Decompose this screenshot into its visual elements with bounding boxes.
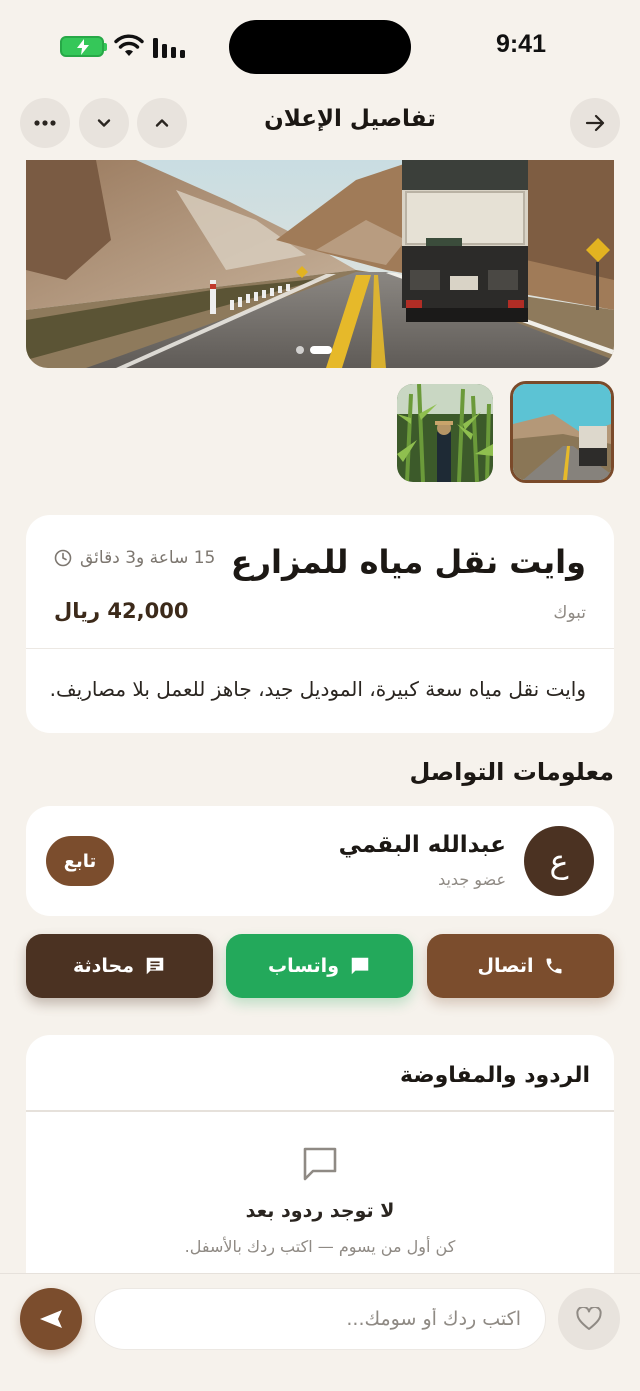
carousel-dot-active[interactable] — [310, 346, 332, 354]
empty-replies-subtitle: كن أول من يسوم — اكتب ردك بالأسفل. — [184, 1237, 456, 1256]
clock-icon — [54, 549, 72, 567]
call-label: اتصال — [477, 955, 534, 977]
heart-icon — [576, 1307, 602, 1330]
listing-city: تبوك — [553, 603, 586, 623]
carousel-dot[interactable] — [296, 346, 304, 354]
previous-listing-button[interactable] — [137, 98, 187, 148]
send-arrow-icon — [40, 1310, 62, 1328]
more-dots-icon — [34, 120, 56, 126]
thumbnail-cornfield[interactable] — [397, 384, 493, 482]
listing-description: وايت نقل مياه سعة كبيرة، الموديل جيد، جا… — [49, 677, 586, 701]
chat-label: محادثة — [73, 955, 134, 977]
status-time: 9:41 — [495, 30, 546, 58]
call-button[interactable]: اتصال — [427, 934, 614, 998]
chat-icon — [146, 957, 164, 975]
send-button[interactable] — [20, 1288, 82, 1350]
phone-icon — [546, 958, 561, 974]
divider — [26, 648, 614, 649]
favorite-button[interactable] — [558, 1288, 620, 1350]
divider — [26, 1110, 614, 1112]
chevron-down-icon — [97, 119, 111, 127]
top-bar: تفاصيل الإعلان — [0, 98, 640, 152]
road-truck-image — [26, 160, 614, 368]
follow-button[interactable]: تابع — [46, 836, 114, 886]
wifi-icon — [114, 34, 144, 56]
cornfield-farmer-image — [397, 384, 493, 482]
status-bar: 9:41 — [0, 0, 640, 95]
carousel-dots — [296, 346, 332, 354]
listing-title: وايت نقل مياه للمزارع — [230, 543, 586, 581]
dynamic-island — [229, 20, 411, 74]
posted-time: 15 ساعة و3 دقائق — [54, 548, 215, 568]
empty-replies-title: لا توجد ردود بعد — [245, 1200, 395, 1222]
listing-price: 42,000 ريال — [54, 599, 189, 623]
signal-icon — [153, 38, 185, 58]
replies-title: الردود والمفاوضة — [400, 1063, 590, 1088]
reply-input[interactable] — [94, 1288, 546, 1350]
thumbnail-road-truck[interactable] — [510, 381, 614, 483]
chevron-up-icon — [155, 119, 169, 127]
chat-button[interactable]: محادثة — [26, 934, 213, 998]
back-button[interactable] — [570, 98, 620, 148]
arrow-right-icon — [585, 114, 605, 132]
image-carousel[interactable] — [26, 160, 614, 368]
seller-card[interactable]: ع عبدالله البقمي عضو جديد تابع — [26, 806, 614, 916]
whatsapp-button[interactable]: واتساب — [226, 934, 413, 998]
seller-name[interactable]: عبدالله البقمي — [339, 832, 506, 858]
message-icon — [351, 957, 369, 975]
listing-info-card: وايت نقل مياه للمزارع 15 ساعة و3 دقائق ت… — [26, 515, 614, 733]
more-options-button[interactable] — [20, 98, 70, 148]
battery-charging-icon — [60, 36, 107, 57]
listing-details-screen: 9:41 تفاصيل الإعلان وايت نقل مياه للمزار… — [0, 0, 640, 1391]
road-truck-image — [513, 384, 611, 480]
next-listing-button[interactable] — [79, 98, 129, 148]
avatar[interactable]: ع — [524, 826, 594, 896]
page-title: تفاصيل الإعلان — [264, 106, 436, 132]
reply-composer — [0, 1273, 640, 1391]
seller-role: عضو جديد — [438, 870, 506, 889]
empty-chat-icon — [303, 1147, 337, 1181]
posted-time-text: 15 ساعة و3 دقائق — [80, 548, 216, 568]
whatsapp-label: واتساب — [267, 955, 340, 977]
contact-section-title: معلومات التواصل — [409, 758, 614, 786]
